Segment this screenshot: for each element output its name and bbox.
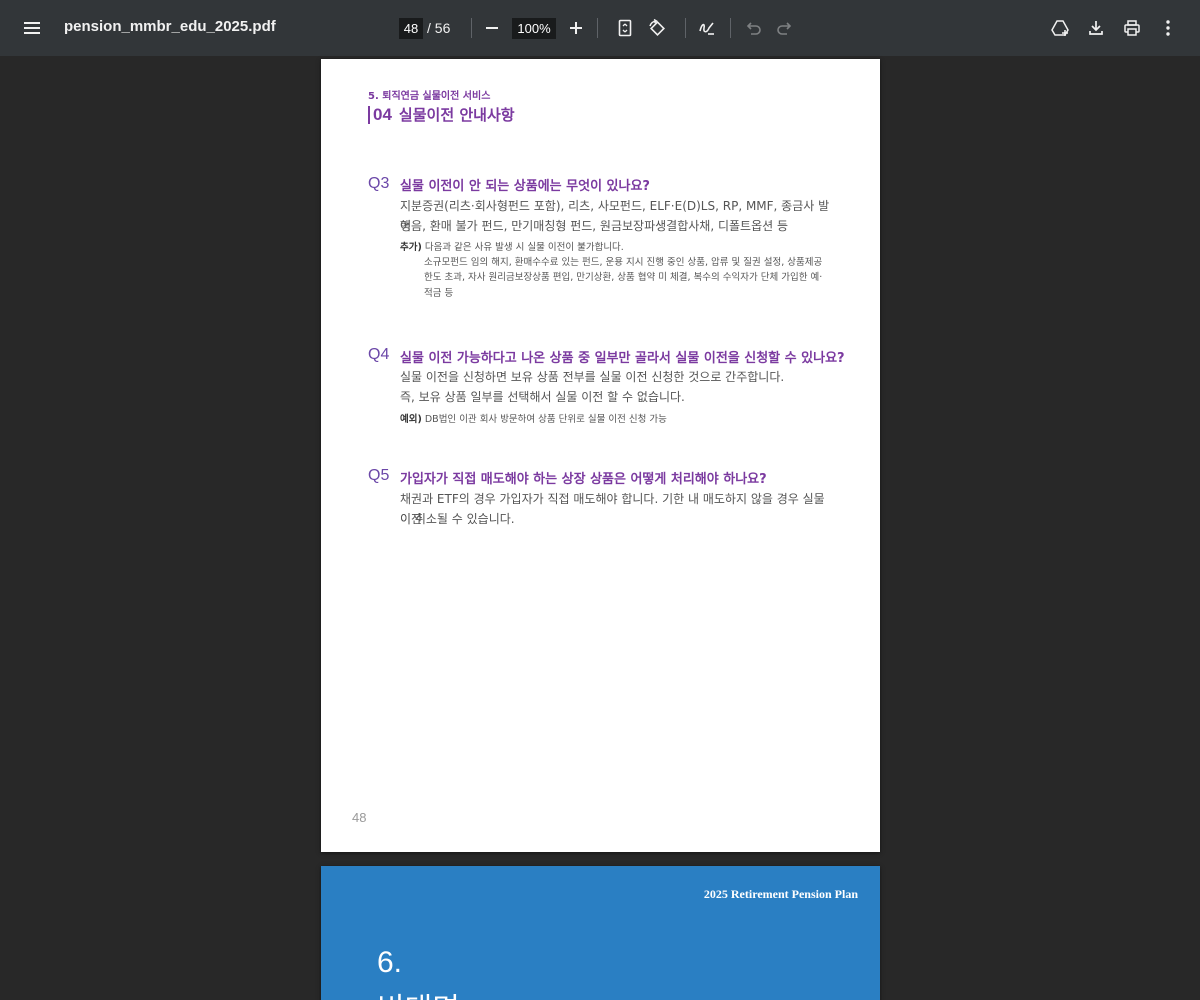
- note-q4: 예외) DB법인 이관 회사 방문하여 상품 단위로 실물 이전 신청 가능: [400, 413, 835, 426]
- note-q4-tag: 예외): [400, 414, 422, 425]
- undo-icon: [746, 22, 761, 35]
- printer-icon: [1124, 20, 1140, 36]
- zoom-out-button[interactable]: [476, 12, 508, 44]
- note-q3-line2: 한도 초과, 자사 원리금보장상품 편입, 만기상환, 상품 협약 미 체결, …: [424, 272, 823, 283]
- chapter-number: 6.: [377, 946, 403, 979]
- page-total: / 56: [427, 20, 451, 36]
- question-label-q4: Q4: [368, 346, 390, 363]
- zoom-level-input[interactable]: [512, 18, 556, 39]
- draw-annotation-button[interactable]: [691, 12, 723, 44]
- answer-q4-line1: 실물 이전을 신청하면 보유 상품 전부를 실물 이전 신청한 것으로 간주합니…: [400, 370, 785, 384]
- note-q3-intro: 추가) 다음과 같은 사유 발생 시 실물 이전이 불가합니다.: [400, 241, 835, 254]
- document-title: pension_mmbr_edu_2025.pdf: [64, 18, 276, 35]
- download-icon: [1089, 21, 1103, 35]
- download-button[interactable]: [1080, 12, 1112, 44]
- question-title-q4: 실물 이전 가능하다고 나온 상품 중 일부만 골라서 실물 이전을 신청할 수…: [400, 351, 845, 366]
- fit-to-page-button[interactable]: [609, 12, 641, 44]
- note-q3-line3: 적금 등: [424, 288, 454, 299]
- page-header-text: 2025 Retirement Pension Plan: [703, 887, 858, 901]
- more-options-button[interactable]: [1152, 12, 1184, 44]
- section-title-text: 실물이전 안내사항: [398, 106, 515, 124]
- fit-page-icon: [618, 19, 632, 37]
- toolbar-divider: [597, 18, 598, 38]
- section-kicker: 5. 퇴직연금 실물이전 서비스: [368, 91, 491, 102]
- answer-q5-line2: 이 취소될 수 있습니다.: [400, 512, 515, 526]
- undo-button[interactable]: [737, 12, 769, 44]
- menu-button[interactable]: [16, 12, 48, 44]
- title-bar-accent: [368, 105, 370, 124]
- note-q4-text: DB법인 이관 회사 방문하여 상품 단위로 실물 이전 신청 가능: [424, 414, 667, 425]
- redo-icon: [777, 22, 792, 35]
- pdf-page-49: 2025 Retirement Pension Plan 6. 비대면: [321, 866, 880, 1000]
- drive-add-icon: [1051, 20, 1069, 36]
- redo-button[interactable]: [769, 12, 801, 44]
- plus-icon: [570, 22, 582, 34]
- note-q3-tag: 추가): [400, 242, 422, 253]
- section-number: 04: [373, 104, 392, 124]
- rotate-button[interactable]: [641, 12, 673, 44]
- print-button[interactable]: [1116, 12, 1148, 44]
- minus-icon: [486, 27, 498, 29]
- answer-q3-line2: 어음, 환매 불가 펀드, 만기매칭형 펀드, 원금보장파생결합사채, 디폴트옵…: [400, 219, 789, 233]
- note-q3-line1: 소규모펀드 임의 해지, 환매수수료 있는 펀드, 운용 지시 진행 중인 상품…: [424, 257, 823, 268]
- toolbar-divider: [685, 18, 686, 38]
- zoom-in-button[interactable]: [560, 12, 592, 44]
- question-title-q3: 실물 이전이 안 되는 상품에는 무엇이 있나요?: [400, 179, 650, 194]
- page-number-input[interactable]: [399, 18, 423, 39]
- answer-q4-line2: 즉, 보유 상품 일부를 선택해서 실물 이전 할 수 없습니다.: [400, 390, 685, 404]
- section-title: 04 실물이전 안내사항: [368, 104, 515, 125]
- pen-squiggle-icon: [699, 22, 714, 35]
- vertical-dots-icon: [1166, 20, 1170, 36]
- page-footer-number: 48: [352, 810, 367, 825]
- question-title-q5: 가입자가 직접 매도해야 하는 상장 상품은 어떻게 처리해야 하나요?: [400, 472, 767, 487]
- pdf-toolbar: pension_mmbr_edu_2025.pdf / 56: [0, 0, 1200, 56]
- toolbar-divider: [730, 18, 731, 38]
- question-label-q3: Q3: [368, 175, 390, 192]
- hamburger-menu-icon: [24, 22, 40, 34]
- note-q3-intro-text: 다음과 같은 사유 발생 시 실물 이전이 불가합니다.: [424, 242, 624, 253]
- chapter-title: 비대면: [377, 984, 460, 1000]
- pdf-page-48: 5. 퇴직연금 실물이전 서비스 04 실물이전 안내사항 Q3 실물 이전이 …: [321, 59, 880, 852]
- toolbar-divider: [471, 18, 472, 38]
- add-to-drive-button[interactable]: [1044, 12, 1076, 44]
- rotate-icon: [649, 18, 665, 36]
- question-label-q5: Q5: [368, 467, 390, 484]
